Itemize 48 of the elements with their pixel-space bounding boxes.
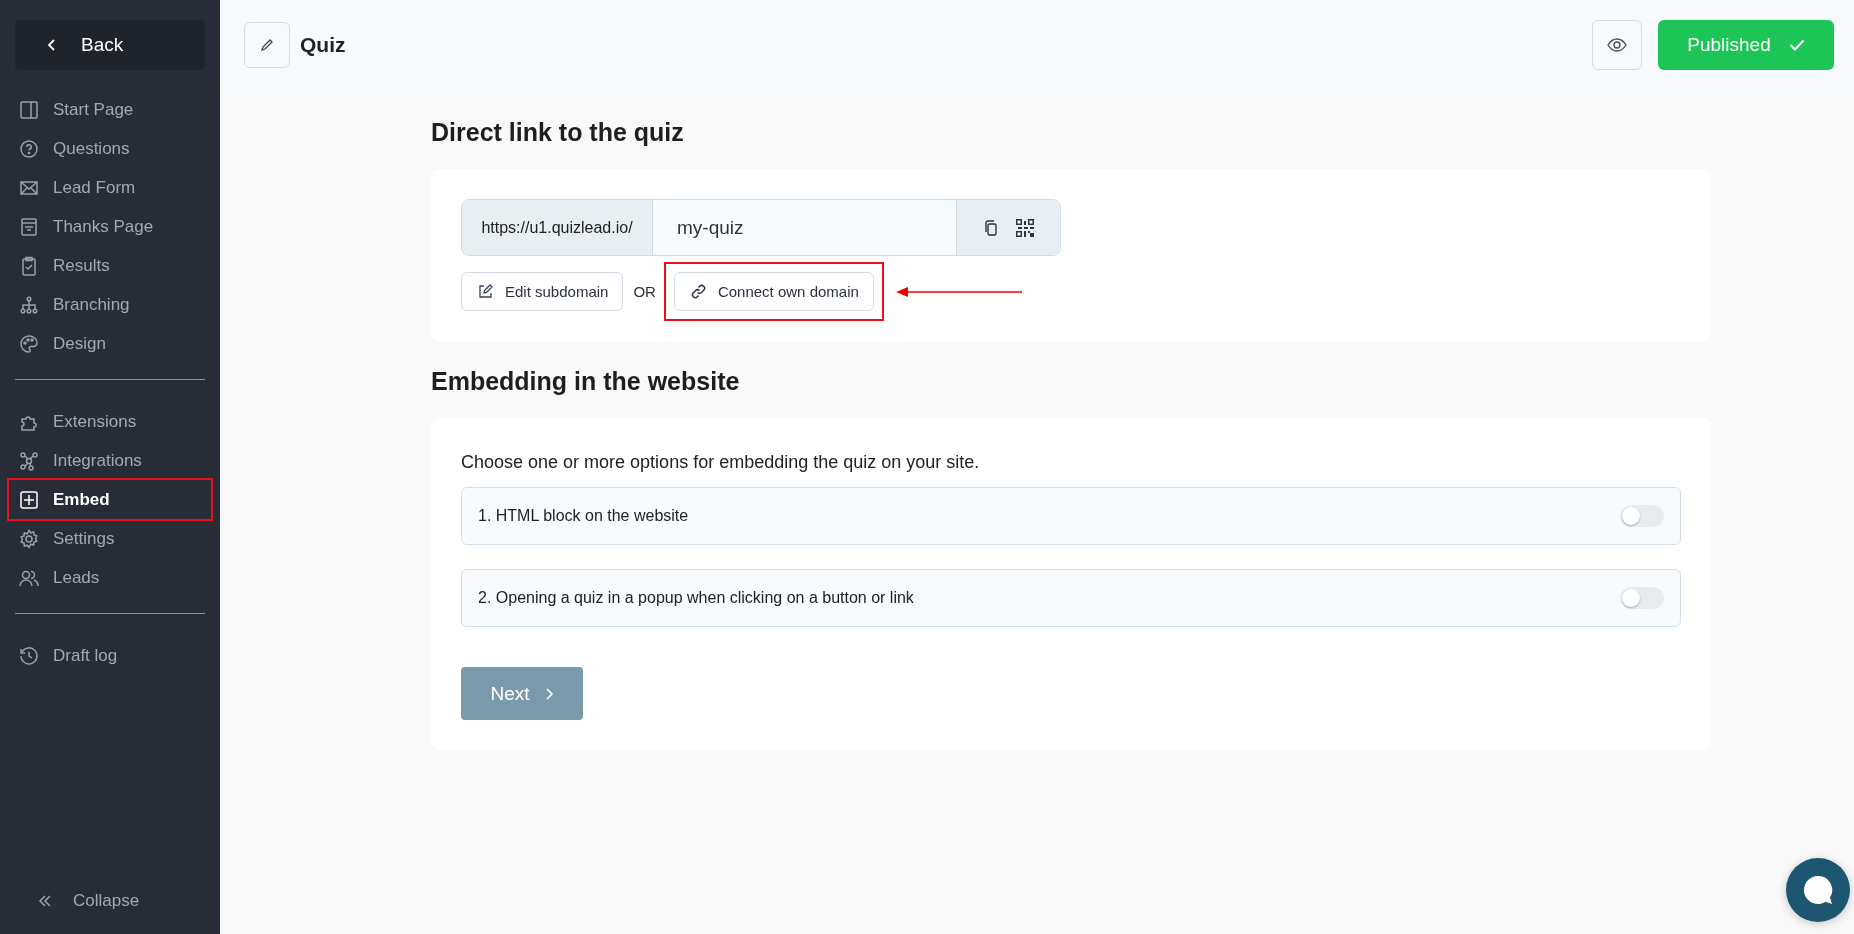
chevron-right-icon (543, 686, 554, 701)
pencil-icon (259, 37, 275, 53)
panel-icon (19, 99, 39, 120)
edit-icon (478, 284, 493, 299)
plus-square-icon (19, 489, 39, 510)
connect-domain-button[interactable]: Connect own domain (673, 272, 874, 311)
sidebar-item[interactable]: Questions (15, 129, 205, 168)
sidebar-item[interactable]: Leads (15, 558, 205, 597)
option-label: 1. HTML block on the website (478, 507, 689, 525)
check-icon (1788, 39, 1805, 51)
page-icon (19, 216, 39, 237)
collapse-button[interactable]: Collapse (15, 881, 205, 920)
chat-button[interactable] (1786, 858, 1850, 922)
preview-button[interactable] (1592, 20, 1642, 70)
eye-icon (1607, 38, 1627, 52)
edit-subdomain-button[interactable]: Edit subdomain (461, 272, 624, 311)
intro-text: Choose one or more options for embedding the quiz on your site. (461, 452, 981, 473)
toggle-switch[interactable] (1620, 505, 1664, 527)
clipboard-check-icon (19, 255, 39, 276)
sidebar-item[interactable]: Lead Form (15, 168, 205, 207)
history-icon (19, 645, 39, 666)
link-icon (690, 284, 706, 299)
sidebar-item[interactable]: Design (15, 324, 205, 363)
double-chevron-left-icon (37, 892, 53, 909)
sidebar-item[interactable]: Embed (9, 480, 211, 519)
palette-icon (19, 333, 39, 354)
hierarchy-icon (19, 294, 39, 315)
network-icon (19, 450, 39, 471)
sidebar-item[interactable]: Extensions (15, 402, 205, 441)
sidebar-item[interactable]: Branching (15, 285, 205, 324)
toggle-switch[interactable] (1620, 587, 1664, 609)
sidebar-item[interactable]: Integrations (15, 441, 205, 480)
sidebar-item[interactable]: Start Page (15, 90, 205, 129)
sidebar-item[interactable]: Draft log (15, 636, 205, 675)
question-circle-icon (19, 138, 39, 159)
section-heading: Embedding in the website (431, 367, 741, 396)
embed-option-row[interactable]: 1. HTML block on the website (461, 487, 1681, 545)
gear-icon (19, 528, 39, 549)
sidebar-item[interactable]: Results (15, 246, 205, 285)
section-heading: Direct link to the quiz (431, 118, 685, 147)
option-label: 2. Opening a quiz in a popup when clicking on a button or link (478, 589, 914, 607)
quiz-title: Quiz (300, 33, 346, 57)
embed-option-row[interactable]: 2. Opening a quiz in a popup when clicking on a button or link (461, 569, 1681, 627)
or-separator: OR (633, 283, 656, 300)
speech-bubble-icon (1801, 873, 1835, 907)
back-button[interactable]: Back (15, 20, 205, 70)
sidebar-item[interactable]: Thanks Page (15, 207, 205, 246)
sidebar-item[interactable]: Settings (15, 519, 205, 558)
